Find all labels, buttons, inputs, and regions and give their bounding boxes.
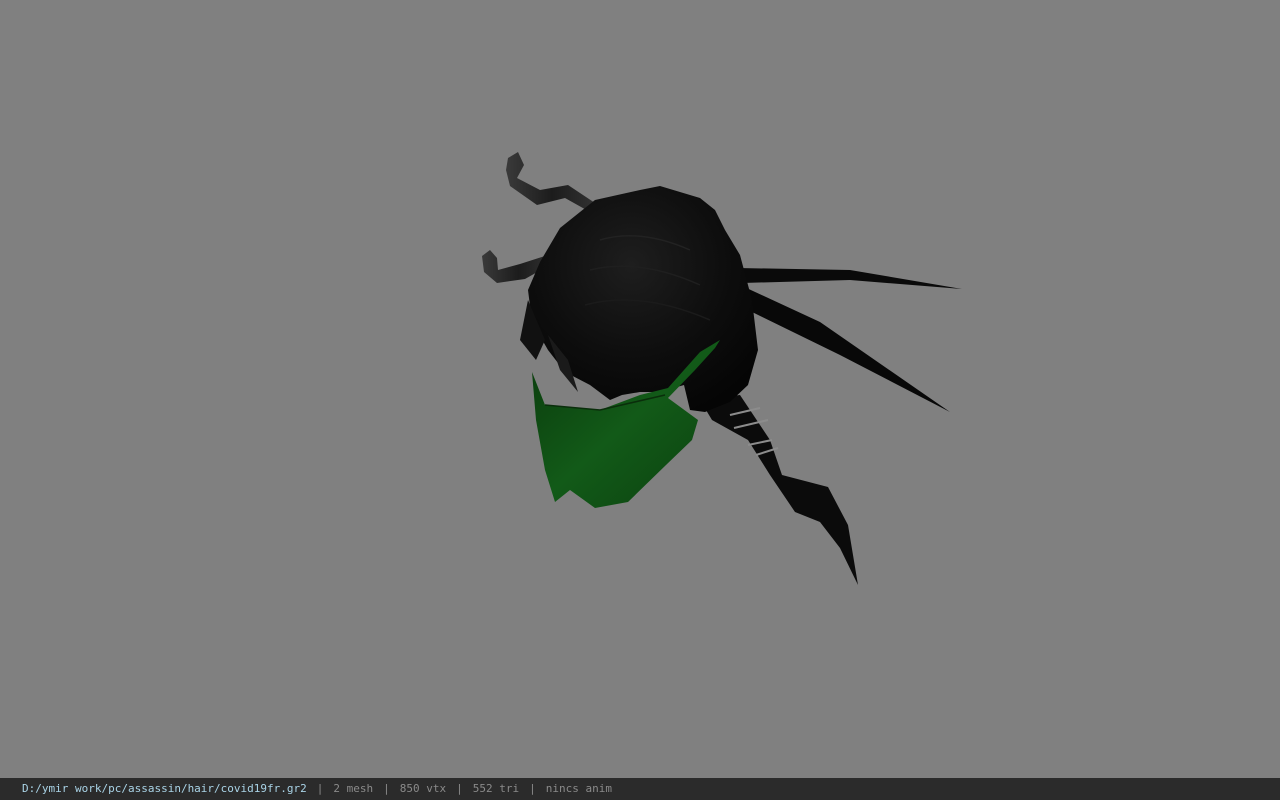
hair-spike-lower-right <box>740 285 950 412</box>
status-separator: | <box>316 782 324 795</box>
anim-status: nincs anim <box>545 782 612 795</box>
ponytail <box>700 395 858 585</box>
triangle-count: 552 tri <box>472 782 520 795</box>
status-separator: | <box>529 782 536 795</box>
status-separator: | <box>456 782 463 795</box>
hair-mass <box>520 186 758 412</box>
3d-viewport[interactable] <box>0 0 1280 778</box>
file-path: D:/ymir work/pc/assassin/hair/covid19fr.… <box>22 782 307 795</box>
status-bar: D:/ymir work/pc/assassin/hair/covid19fr.… <box>0 778 1280 800</box>
vertex-count: 850 vtx <box>399 782 447 795</box>
hair-spike-upper-right <box>738 268 962 289</box>
mesh-count: 2 mesh <box>333 782 374 795</box>
hair-model-render[interactable] <box>0 0 1280 778</box>
status-separator: | <box>383 782 390 795</box>
hairpin-upper <box>506 152 598 212</box>
